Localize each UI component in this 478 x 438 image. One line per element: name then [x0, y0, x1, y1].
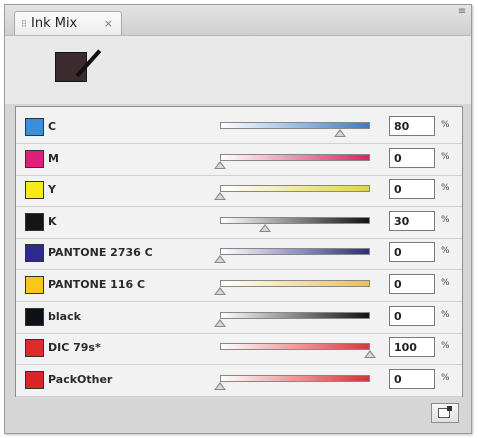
ink-row: PackOther 0%: [16, 366, 462, 397]
close-icon[interactable]: ×: [104, 17, 113, 30]
ink-slider-thumb[interactable]: [214, 192, 226, 201]
ink-color-chip: [25, 118, 44, 136]
ink-percent-input[interactable]: 0: [389, 242, 435, 263]
panel-menu-icon[interactable]: ≡: [455, 7, 469, 29]
ink-color-chip: [25, 370, 44, 389]
percent-unit-label: %: [441, 309, 450, 320]
ink-name-label: DIC 79s*: [48, 341, 101, 355]
ink-name-label: K: [48, 214, 57, 228]
ink-color-chip: [25, 149, 44, 168]
ink-row: DIC 79s* 100%: [16, 334, 462, 366]
ink-slider-track[interactable]: [220, 374, 370, 382]
ink-slider-thumb[interactable]: [364, 350, 376, 359]
ink-name-label: black: [48, 309, 81, 323]
percent-unit-label: %: [441, 246, 450, 257]
ink-slider-thumb[interactable]: [334, 129, 346, 137]
ink-slider-thumb[interactable]: [214, 381, 226, 390]
percent-unit-label: %: [441, 151, 450, 162]
ink-slider-track[interactable]: [220, 248, 370, 256]
tab-ink-mix[interactable]: ⁝⁝ Ink Mix ×: [14, 11, 122, 35]
grip-icon[interactable]: ⁝⁝: [21, 17, 27, 30]
tab-label: Ink Mix: [31, 16, 78, 31]
ink-name-label: C: [48, 120, 57, 133]
percent-unit-label: %: [441, 278, 450, 288]
ink-row: PANTONE 116 C 0%: [16, 271, 462, 302]
ink-percent-input[interactable]: 0: [389, 274, 435, 294]
ink-row: black 0%: [16, 303, 462, 334]
panel-tab-bar: ⁝⁝ Ink Mix × ≡: [5, 5, 471, 36]
ink-slider-track[interactable]: [220, 343, 370, 351]
ink-slider-track[interactable]: [220, 153, 370, 161]
ink-row: K 30%: [16, 208, 462, 239]
ink-slider-thumb[interactable]: [214, 318, 226, 327]
percent-unit-label: %: [441, 120, 450, 130]
ink-slider-track[interactable]: [220, 280, 370, 287]
ink-name-label: PANTONE 116 C: [48, 278, 146, 291]
ink-slider-thumb[interactable]: [214, 255, 226, 264]
panel-footer: [5, 397, 471, 433]
ink-slider-track[interactable]: [220, 311, 370, 319]
ink-mix-panel: ⁝⁝ Ink Mix × ≡ C 80% M 0% Y 0% K 30% PANTONE 273…: [4, 4, 472, 434]
ink-slider-thumb[interactable]: [214, 160, 226, 169]
ink-slider-thumb[interactable]: [259, 223, 271, 232]
ink-color-chip: [25, 339, 44, 358]
percent-unit-label: %: [441, 183, 450, 194]
ink-percent-input[interactable]: 0: [389, 305, 435, 326]
ink-percent-input[interactable]: 0: [389, 368, 435, 389]
mix-preview-area: [5, 36, 471, 104]
ink-color-chip: [25, 212, 44, 231]
ink-row: PANTONE 2736 C 0%: [16, 239, 462, 271]
new-swatch-button[interactable]: [431, 403, 459, 423]
ink-color-chip: [25, 307, 44, 326]
ink-slider-track[interactable]: [220, 216, 370, 224]
ink-row: C 80%: [16, 113, 462, 144]
ink-percent-input[interactable]: 30: [389, 210, 435, 231]
ink-slider-track[interactable]: [220, 185, 370, 193]
ink-slider-track[interactable]: [220, 122, 370, 129]
ink-row: Y 0%: [16, 176, 462, 208]
ink-name-label: Y: [48, 183, 56, 197]
ink-percent-input[interactable]: 0: [389, 147, 435, 168]
percent-unit-label: %: [441, 214, 450, 225]
ink-name-label: M: [48, 151, 59, 165]
ink-name-label: PANTONE 2736 C: [48, 246, 153, 260]
ink-name-label: PackOther: [48, 372, 113, 386]
ink-list: C 80% M 0% Y 0% K 30% PANTONE 2736 C 0% PANTONE 11…: [15, 106, 463, 400]
ink-percent-input[interactable]: 0: [389, 179, 435, 200]
ink-row: M 0%: [16, 145, 462, 176]
percent-unit-label: %: [441, 372, 450, 383]
percent-unit-label: %: [441, 341, 450, 352]
ink-color-chip: [25, 276, 44, 294]
ink-slider-thumb[interactable]: [214, 287, 226, 295]
ink-percent-input[interactable]: 100: [389, 337, 435, 358]
ink-color-chip: [25, 244, 44, 263]
ink-percent-input[interactable]: 80: [389, 116, 435, 136]
new-swatch-icon: [438, 406, 452, 418]
ink-color-chip: [25, 181, 44, 200]
